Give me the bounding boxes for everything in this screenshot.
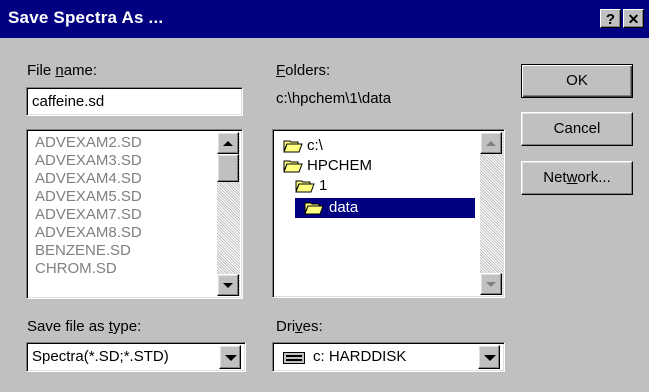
chevron-down-icon — [225, 355, 237, 361]
file-item[interactable]: BENZENE.SD — [35, 242, 131, 259]
cancel-button[interactable]: Cancel — [521, 112, 633, 146]
hard-disk-icon — [283, 352, 305, 364]
file-item[interactable]: ADVEXAM8.SD — [35, 224, 142, 241]
file-name-label: File name: — [27, 62, 98, 79]
scroll-down-button[interactable] — [480, 273, 502, 295]
chevron-up-icon — [223, 141, 233, 146]
ok-button[interactable]: OK — [521, 64, 633, 98]
scroll-down-button[interactable] — [217, 274, 239, 296]
folder-item-data[interactable]: data — [295, 198, 475, 218]
open-folder-icon — [304, 202, 324, 215]
folder-label: HPCHEM — [307, 157, 373, 174]
folder-item-1[interactable]: 1 — [295, 176, 475, 196]
drives-dropdown-button[interactable] — [478, 345, 500, 369]
scroll-up-button[interactable] — [480, 132, 502, 154]
file-item[interactable]: ADVEXAM3.SD — [35, 152, 142, 169]
scroll-thumb[interactable] — [217, 154, 239, 182]
folder-item-root[interactable]: c:\ — [283, 136, 473, 156]
file-item[interactable]: CHROM.SD — [35, 260, 117, 277]
open-folder-icon — [283, 140, 303, 153]
open-folder-icon — [295, 180, 315, 193]
file-list[interactable]: ADVEXAM2.SD ADVEXAM3.SD ADVEXAM4.SD ADVE… — [26, 129, 243, 299]
file-name-value: caffeine.sd — [32, 93, 105, 110]
folder-list[interactable]: c:\ HPCHEM 1 data — [272, 129, 505, 298]
chevron-down-icon — [486, 282, 496, 287]
folder-label: c:\ — [307, 137, 323, 154]
network-button[interactable]: Network... — [521, 161, 633, 195]
folder-list-scrollbar[interactable] — [480, 132, 503, 295]
chevron-down-icon — [223, 283, 233, 288]
title-bar[interactable]: Save Spectra As ... ? ✕ — [0, 0, 649, 38]
open-folder-icon — [283, 160, 303, 173]
current-path: c:\hpchem\1\data — [276, 90, 392, 107]
scroll-up-button[interactable] — [217, 132, 239, 154]
folder-label: 1 — [319, 177, 328, 194]
file-item[interactable]: ADVEXAM5.SD — [35, 188, 142, 205]
file-item[interactable]: ADVEXAM4.SD — [35, 170, 142, 187]
chevron-down-icon — [484, 355, 496, 361]
file-item[interactable]: ADVEXAM7.SD — [35, 206, 142, 223]
save-type-dropdown-button[interactable] — [219, 345, 241, 369]
folders-label: Folders: — [276, 62, 331, 79]
folder-item-hpchem[interactable]: HPCHEM — [283, 156, 473, 176]
window-title: Save Spectra As ... — [8, 8, 164, 27]
file-item[interactable]: ADVEXAM2.SD — [35, 134, 142, 151]
save-type-select[interactable]: Spectra(*.SD;*.STD) — [26, 342, 246, 372]
save-type-value: Spectra(*.SD;*.STD) — [32, 348, 169, 365]
chevron-up-icon — [486, 141, 496, 146]
file-name-input[interactable]: caffeine.sd — [26, 87, 243, 116]
drives-label: Drives: — [276, 318, 323, 335]
save-type-label: Save file as type: — [27, 318, 142, 335]
help-button[interactable]: ? — [600, 9, 621, 28]
file-list-scrollbar[interactable] — [217, 132, 240, 296]
drive-value: c: HARDDISK — [313, 348, 407, 365]
drives-select[interactable]: c: HARDDISK — [272, 342, 505, 372]
close-button[interactable]: ✕ — [623, 9, 644, 28]
folder-label: data — [329, 199, 359, 216]
